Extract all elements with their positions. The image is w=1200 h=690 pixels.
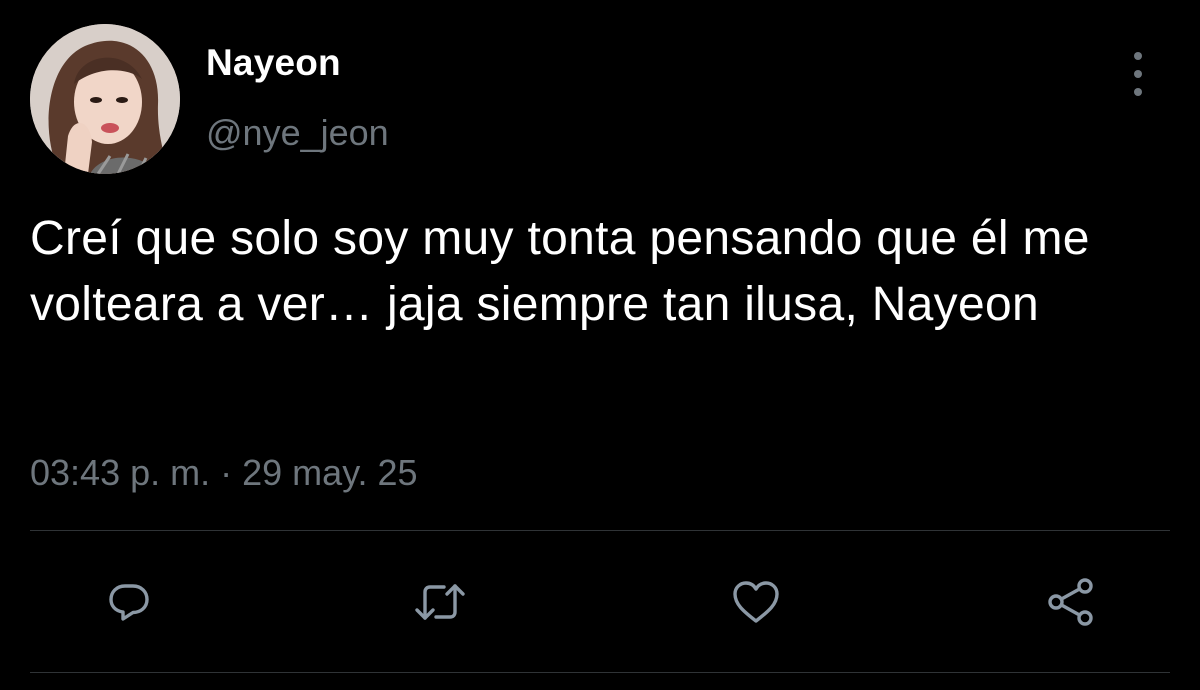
tweet-time: 03:43 p. m. <box>30 452 211 493</box>
display-name[interactable]: Nayeon <box>206 42 341 84</box>
divider <box>30 672 1170 673</box>
more-dot-icon <box>1134 88 1142 96</box>
reply-button[interactable] <box>101 574 157 630</box>
tweet-date: 29 may. 25 <box>242 452 418 493</box>
share-icon <box>1048 578 1093 626</box>
tweet-card: Nayeon @nye_jeon Creí que solo soy muy t… <box>0 0 1200 690</box>
divider <box>30 530 1170 531</box>
tweet-text: Creí que solo soy muy tonta pensando que… <box>30 212 1090 331</box>
more-dot-icon <box>1134 52 1142 60</box>
heart-icon <box>733 581 779 623</box>
share-button[interactable] <box>1043 574 1099 630</box>
retweet-button[interactable] <box>412 574 468 630</box>
timestamp-separator: · <box>220 452 233 493</box>
retweet-icon <box>415 584 465 620</box>
more-options-button[interactable] <box>1124 52 1152 96</box>
tweet-timestamp[interactable]: 03:43 p. m. · 29 may. 25 <box>30 452 418 494</box>
avatar[interactable] <box>30 24 180 174</box>
user-handle[interactable]: @nye_jeon <box>206 112 389 154</box>
like-button[interactable] <box>728 574 784 630</box>
more-dot-icon <box>1134 70 1142 78</box>
reply-icon <box>109 584 149 621</box>
